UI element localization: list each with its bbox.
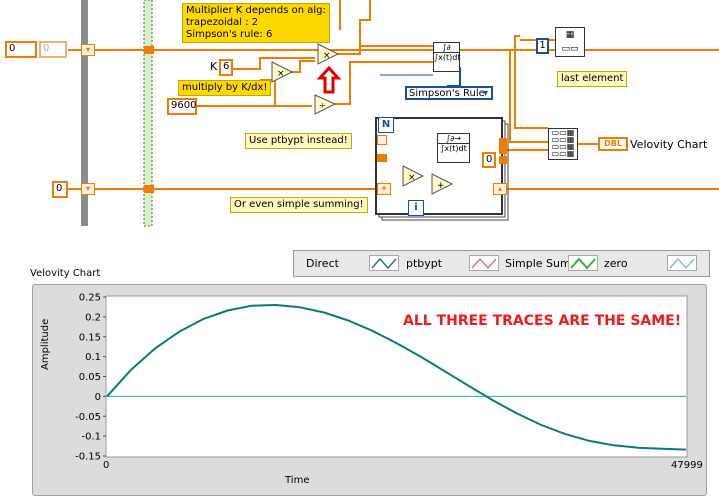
x-tick-max: 47999 [671, 460, 703, 471]
velocity-chart: 0.25 0.2 0.15 0.1 0.05 0 -0.05 -0.1 -0.15 [75, 293, 688, 463]
y-tick-label: 0 [95, 392, 101, 403]
y-axis-label: Amplitude [40, 318, 51, 370]
x-axis-label: Time [285, 475, 310, 486]
y-tick-label: 0.15 [79, 332, 101, 343]
y-tick-label: 0.05 [79, 372, 101, 383]
y-tick-label: 0.25 [79, 293, 101, 304]
y-tick-label: -0.1 [81, 432, 101, 443]
y-tick-label: 0.1 [85, 352, 101, 363]
y-tick-label: -0.05 [75, 412, 101, 423]
x-tick-min: 0 [103, 460, 110, 471]
y-tick-label: 0.2 [85, 312, 101, 323]
chart-annotation: ALL THREE TRACES ARE THE SAME! [403, 313, 682, 329]
y-tick-label: -0.15 [75, 452, 101, 463]
